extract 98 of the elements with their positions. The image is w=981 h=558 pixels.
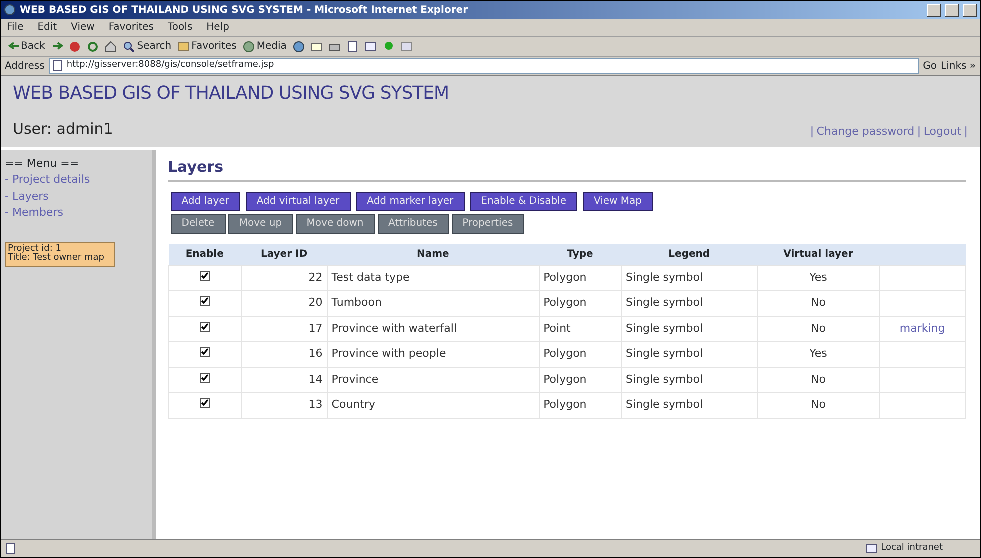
menu-item[interactable]: Edit — [38, 20, 58, 35]
toolbar-label[interactable]: Media — [256, 39, 287, 54]
table-cell: 14 — [241, 367, 328, 393]
page-icon[interactable] — [346, 40, 359, 52]
sidebar-link[interactable]: - Project details — [5, 172, 148, 188]
section-heading: Layers — [168, 156, 966, 182]
address-label: Address — [5, 60, 45, 74]
toolbar-label[interactable]: Back — [21, 39, 46, 54]
action-button[interactable]: View Map — [582, 192, 653, 211]
table-cell: No — [757, 316, 880, 342]
table-cell: Yes — [757, 342, 880, 368]
table-cell: 13 — [241, 392, 328, 418]
action-button[interactable]: Enable & Disable — [470, 192, 578, 211]
sidebar-link[interactable]: - Layers — [5, 188, 148, 205]
table-cell: Polygon — [539, 367, 622, 393]
toolbar-label[interactable]: Search — [137, 39, 172, 54]
back-arrow-icon[interactable] — [7, 40, 19, 52]
table-cell: Single symbol — [621, 316, 758, 342]
page-icon — [52, 60, 64, 72]
zone-label: Local intranet — [881, 542, 943, 555]
column-header: Enable — [168, 244, 242, 266]
table-cell: Province with people — [327, 342, 540, 368]
page-title: WEB BASED GIS OF THAILAND USING SVG SYSTEM — [13, 82, 450, 106]
action-button[interactable]: Add marker layer — [356, 192, 465, 211]
column-header: Layer ID — [241, 244, 328, 266]
table-cell: No — [757, 290, 880, 316]
column-header: Virtual layer — [757, 244, 880, 266]
toolbar-label[interactable]: Favorites — [192, 39, 237, 54]
menu-item[interactable]: Favorites — [108, 20, 154, 35]
menu-item[interactable]: File — [7, 20, 24, 35]
refresh-icon[interactable] — [87, 40, 100, 52]
window-title: WEB BASED GIS OF THAILAND USING SVG SYSTEM - Microsoft Internet Explorer — [20, 4, 469, 18]
page-icon — [5, 542, 17, 554]
table-cell: No — [757, 367, 880, 393]
column-header: Name — [327, 244, 540, 266]
table-cell: Polygon — [539, 392, 622, 418]
action-button[interactable]: Move down — [296, 214, 375, 234]
menu-item[interactable]: View — [71, 20, 95, 35]
separator-text: | — [917, 124, 922, 140]
table-cell: Point — [539, 316, 622, 342]
menu-heading: == Menu == — [5, 156, 80, 172]
table-cell: Single symbol — [621, 392, 758, 418]
forward-arrow-icon[interactable] — [51, 40, 64, 52]
action-button[interactable]: Add layer — [170, 192, 240, 211]
table-cell: 22 — [241, 265, 328, 291]
header-link[interactable]: Logout — [924, 124, 962, 140]
column-header: Legend — [621, 244, 758, 266]
checkbox[interactable] — [200, 296, 210, 306]
table-cell: Yes — [757, 265, 880, 291]
table-cell: Polygon — [539, 342, 622, 368]
table-cell: Single symbol — [621, 265, 758, 291]
checkbox[interactable] — [200, 347, 210, 358]
close-button[interactable] — [963, 4, 977, 16]
action-button[interactable]: Move up — [228, 214, 294, 234]
stop-icon[interactable] — [69, 40, 82, 52]
table-cell: 16 — [241, 342, 328, 368]
action-button[interactable]: Add virtual layer — [246, 192, 351, 211]
minimize-button[interactable] — [927, 4, 941, 16]
table-cell: Single symbol — [621, 367, 758, 393]
search-icon[interactable] — [123, 40, 136, 52]
window-icon[interactable] — [364, 40, 377, 52]
action-button[interactable]: Properties — [452, 214, 524, 234]
separator-text: | — [964, 124, 968, 140]
table-cell: Test data type — [327, 265, 540, 291]
url-text: http://gisserver:8088/gis/console/setframe.jsp — [66, 59, 276, 72]
checkbox[interactable] — [200, 322, 210, 332]
checkbox[interactable] — [200, 270, 210, 281]
checkbox[interactable] — [200, 372, 210, 383]
menu-item[interactable]: Help — [206, 20, 230, 35]
action-button[interactable]: Attributes — [378, 214, 449, 234]
table-cell: Country — [327, 392, 540, 418]
separator-text: | — [810, 124, 814, 140]
maximize-button[interactable] — [945, 4, 959, 16]
table-cell: Province — [327, 367, 540, 393]
table-cell: No — [757, 392, 880, 418]
info-text: Project id: 1 — [8, 244, 62, 254]
sidebar-link[interactable]: - Members — [5, 205, 148, 222]
table-cell: Polygon — [539, 290, 622, 316]
folder-icon[interactable] — [178, 40, 190, 52]
address-field[interactable]: http://gisserver:8088/gis/console/setframe.jsp — [48, 58, 920, 74]
table-cell: Province with waterfall — [327, 316, 540, 342]
action-button[interactable]: Delete — [170, 214, 226, 234]
table-cell: Single symbol — [621, 290, 758, 316]
checkbox[interactable] — [200, 398, 210, 408]
table-cell: Tumboon — [327, 290, 540, 316]
table-cell: Single symbol — [621, 342, 758, 368]
intranet-icon — [866, 542, 878, 554]
header-link[interactable]: Change password — [816, 124, 915, 140]
table-cell: Polygon — [539, 265, 622, 291]
table-cell: 17 — [241, 316, 328, 342]
column-header: Type — [539, 244, 622, 266]
go-button[interactable]: Go — [923, 58, 937, 74]
table-cell: 20 — [241, 290, 328, 316]
info-text: Title: Test owner map — [8, 254, 106, 264]
user-label: User: admin1 — [13, 119, 114, 140]
menu-item[interactable]: Tools — [168, 20, 193, 35]
home-icon[interactable] — [105, 40, 118, 52]
links-button[interactable]: Links » — [941, 58, 976, 74]
